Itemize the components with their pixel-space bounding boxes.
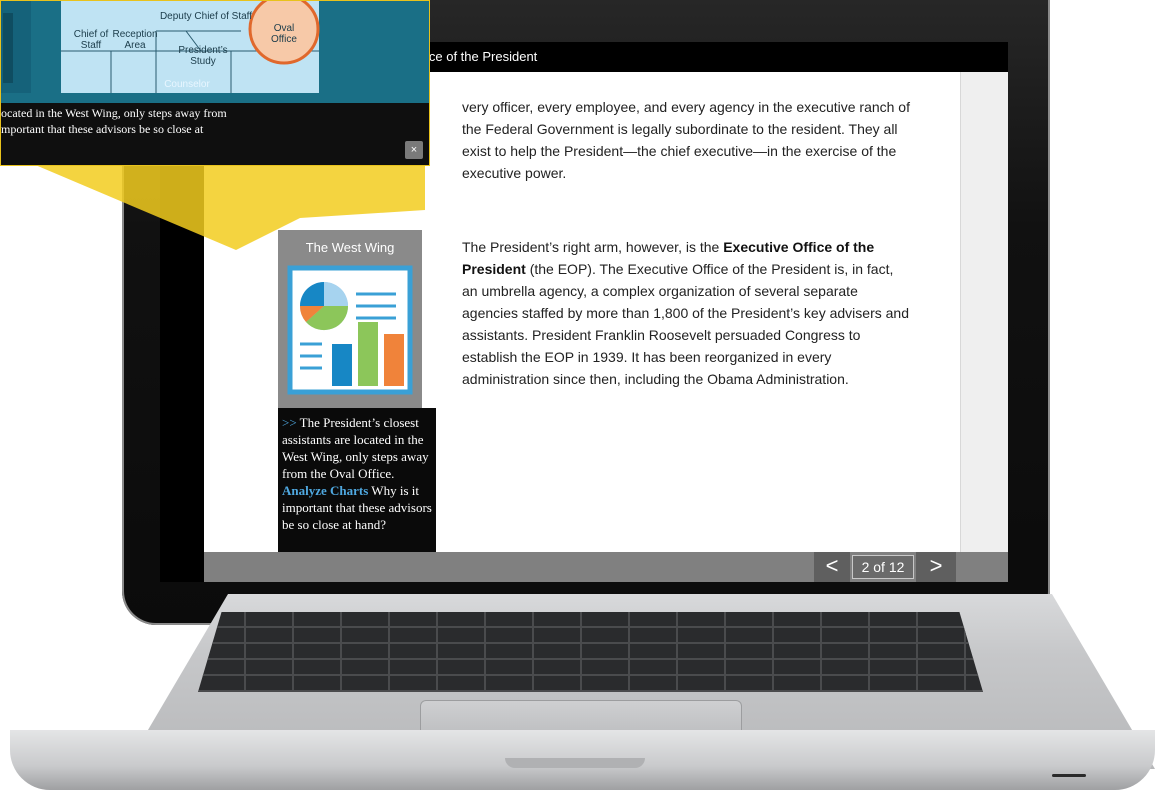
map-label-reception: Reception Area (112, 29, 158, 51)
paragraph-2: The President’s right arm, however, is t… (462, 236, 910, 390)
map-label-counselor: Counselor (164, 79, 210, 90)
zoom-popup: Deputy Chief of Staff Chief of Staff Rec… (0, 0, 430, 166)
west-wing-map: Deputy Chief of Staff Chief of Staff Rec… (1, 1, 429, 103)
reader-bottom-bar: < 2 of 12 > (204, 552, 1008, 582)
keyboard (198, 612, 983, 692)
map-label-study: President’s Study (178, 45, 228, 67)
map-label-chief: Chief of Staff (73, 29, 109, 51)
next-page-button[interactable]: > (916, 552, 956, 582)
caption-arrows: >> (282, 415, 297, 430)
paragraph-2-intro: The President’s right arm, however, is t… (462, 239, 724, 255)
lid-notch (505, 758, 645, 768)
close-icon[interactable]: × (405, 141, 423, 159)
page-indicator: 2 of 12 (852, 555, 914, 579)
popup-caption: ocated in the West Wing, only steps away… (1, 105, 421, 137)
caption-text: The President’s closest assistants are l… (282, 415, 429, 481)
paragraph-2-rest: (the EOP). The Executive Office of the P… (462, 261, 909, 387)
popup-caption-line-1: ocated in the West Wing, only steps away… (1, 106, 227, 120)
west-wing-card[interactable]: The West Wing (278, 230, 422, 408)
paragraph-1: very officer, every employee, and every … (462, 99, 910, 181)
map-label-oval: Oval Office (271, 23, 297, 45)
previous-page-button[interactable]: < (814, 552, 850, 582)
chart-icon (287, 265, 413, 395)
status-led (1052, 774, 1086, 777)
right-gutter (960, 72, 1008, 552)
popup-caption-line-2: mportant that these advisors be so close… (1, 122, 204, 136)
reader-title: ice of the President (426, 49, 538, 64)
map-label-deputy: Deputy Chief of Staff (159, 11, 253, 22)
analyze-charts-link[interactable]: Analyze Charts (282, 483, 368, 498)
card-title: The West Wing (305, 240, 395, 255)
